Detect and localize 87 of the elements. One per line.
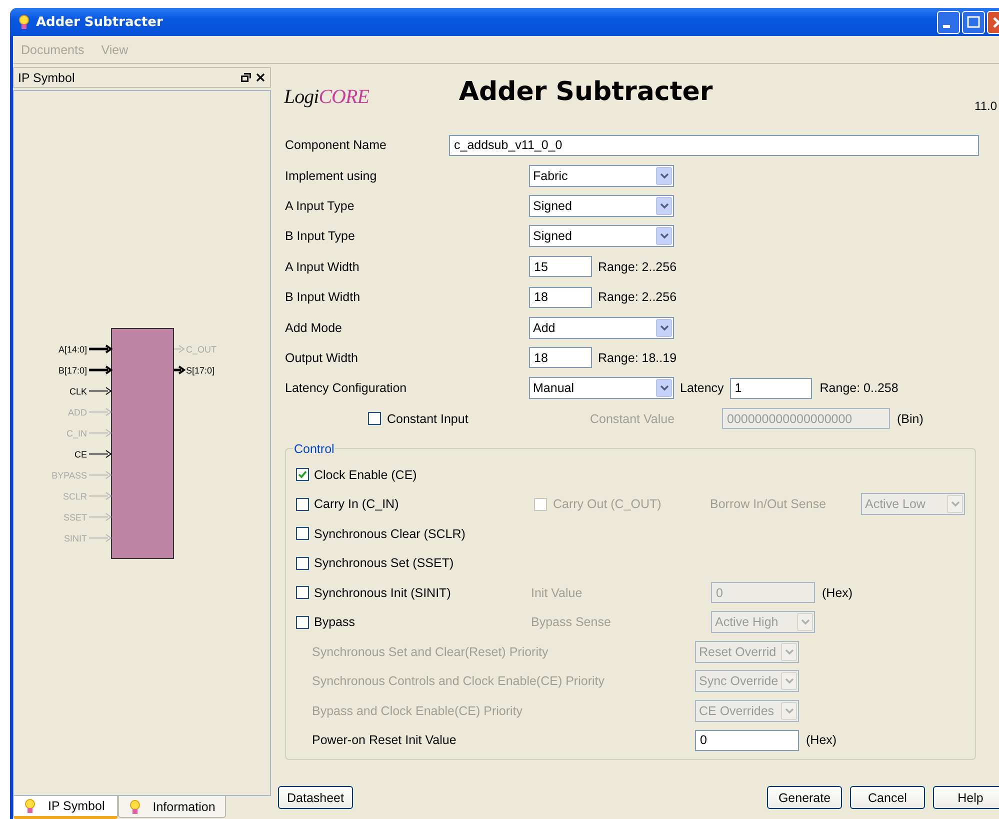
input-field[interactable]: 18 [529, 286, 592, 308]
chevron-down-icon [660, 385, 668, 392]
panel-tab[interactable]: IP Symbol [13, 796, 118, 819]
chevron-down-icon [660, 233, 668, 240]
chevron-down-icon [950, 501, 960, 508]
input-field[interactable]: 18 [529, 347, 592, 368]
chevron-down-icon [784, 678, 794, 684]
restore-icon[interactable] [241, 73, 251, 82]
version-label: 11.0 [974, 99, 997, 113]
checkbox-label: Synchronous Init (SINIT) [314, 586, 451, 600]
field-label: Latency Configuration [285, 381, 408, 396]
input-field[interactable]: 1 [730, 378, 812, 399]
dialog-button[interactable]: Cancel [850, 786, 925, 809]
pin-label: SINIT [64, 534, 87, 544]
checkbox[interactable] [296, 468, 309, 482]
input-field[interactable]: 0 [695, 730, 799, 751]
pin-label: BYPASS [52, 470, 87, 480]
checkbox-label: Synchronous Clear (SCLR) [314, 526, 466, 541]
dropdown[interactable]: Manual [529, 377, 674, 400]
range-label: Range: 2..256 [598, 260, 677, 274]
panel-title: IP Symbol [18, 70, 76, 84]
chevron-down-icon [660, 172, 668, 179]
dialog-button[interactable]: Generate [767, 786, 842, 809]
lightbulb-icon [18, 14, 30, 30]
datasheet-button[interactable]: Datasheet [278, 786, 353, 809]
close-icon[interactable] [256, 73, 265, 82]
field-label: Borrow In/Out Sense [710, 497, 828, 512]
unit-label: (Hex) [806, 733, 837, 748]
chevron-down-icon [660, 324, 668, 331]
checkbox-label: Synchronous Set (SSET) [314, 556, 454, 570]
pin-label: A[14:0] [58, 344, 87, 354]
pin-label: SCLR [62, 492, 87, 502]
logicore-logo: LogiCORE [284, 86, 369, 109]
dialog-button[interactable]: Help [933, 786, 999, 809]
chevron-down-icon [784, 708, 794, 714]
chevron-down-icon [660, 202, 668, 209]
field-label: Latency [680, 381, 724, 396]
field-label: Init Value [531, 586, 584, 600]
field-label: B Input Width [285, 290, 362, 304]
range-label: Range: 0..258 [820, 381, 898, 396]
checkbox-label: Constant Input [387, 412, 470, 426]
unit-label: (Bin) [897, 412, 924, 426]
field-label: A Input Width [285, 260, 360, 274]
pin-label: S[17:0] [186, 366, 215, 376]
pin-label: SSET [63, 512, 87, 522]
pin-label: B[17:0] [58, 366, 87, 376]
field-label: Constant Value [590, 412, 676, 426]
chevron-down-icon [800, 619, 810, 626]
checkmark-icon [298, 470, 307, 480]
range-label: Range: 18..19 [598, 350, 677, 365]
pin-label: C_OUT [186, 344, 217, 354]
field-label: Synchronous Controls and Clock Enable(CE) Priority [311, 674, 606, 688]
unit-label: (Hex) [822, 586, 853, 600]
field-label: Component Name [285, 138, 388, 152]
input-field[interactable]: 15 [529, 256, 592, 278]
dropdown[interactable]: Signed [529, 225, 674, 248]
field-label: A Input Type [285, 198, 356, 213]
checkbox-label: Bypass [314, 615, 355, 630]
lightbulb-icon [24, 798, 36, 814]
dropdown[interactable]: Fabric [529, 164, 674, 187]
page-title: Adder Subtracter [458, 77, 713, 107]
field-label: Implement using [285, 168, 378, 183]
lightbulb-icon [128, 798, 141, 814]
chevron-down-icon [784, 648, 794, 655]
checkbox[interactable] [296, 527, 309, 540]
checkbox-label: Clock Enable (CE) [314, 468, 417, 482]
dropdown[interactable]: Signed [529, 194, 674, 217]
checkbox-label: Carry Out (C_OUT) [553, 497, 662, 512]
group-title: Control [293, 442, 336, 456]
pin-label: C_IN [66, 428, 87, 438]
field-label: Add Mode [285, 320, 343, 335]
dropdown[interactable]: Add [529, 316, 674, 339]
field-label: Power-on Reset Init Value [311, 733, 458, 748]
field-label: Bypass Sense [531, 615, 612, 630]
pin-label: CE [74, 450, 87, 460]
field-label: B Input Type [285, 229, 356, 244]
field-label: Output Width [285, 350, 359, 365]
field-label: Bypass and Clock Enable(CE) Priority [311, 704, 524, 718]
window-title: Adder Subtracter [36, 14, 164, 30]
input-field[interactable]: c_addsub_v11_0_0 [449, 134, 979, 156]
pin-label: ADD [68, 408, 87, 418]
checkbox[interactable] [296, 556, 309, 570]
pin-label: CLK [69, 386, 87, 396]
range-label: Range: 2..256 [598, 290, 677, 304]
checkbox-label: Carry In (C_IN) [314, 497, 399, 512]
field-label: Synchronous Set and Clear(Reset) Priority [311, 644, 550, 659]
panel-tab[interactable]: Information [118, 796, 226, 818]
